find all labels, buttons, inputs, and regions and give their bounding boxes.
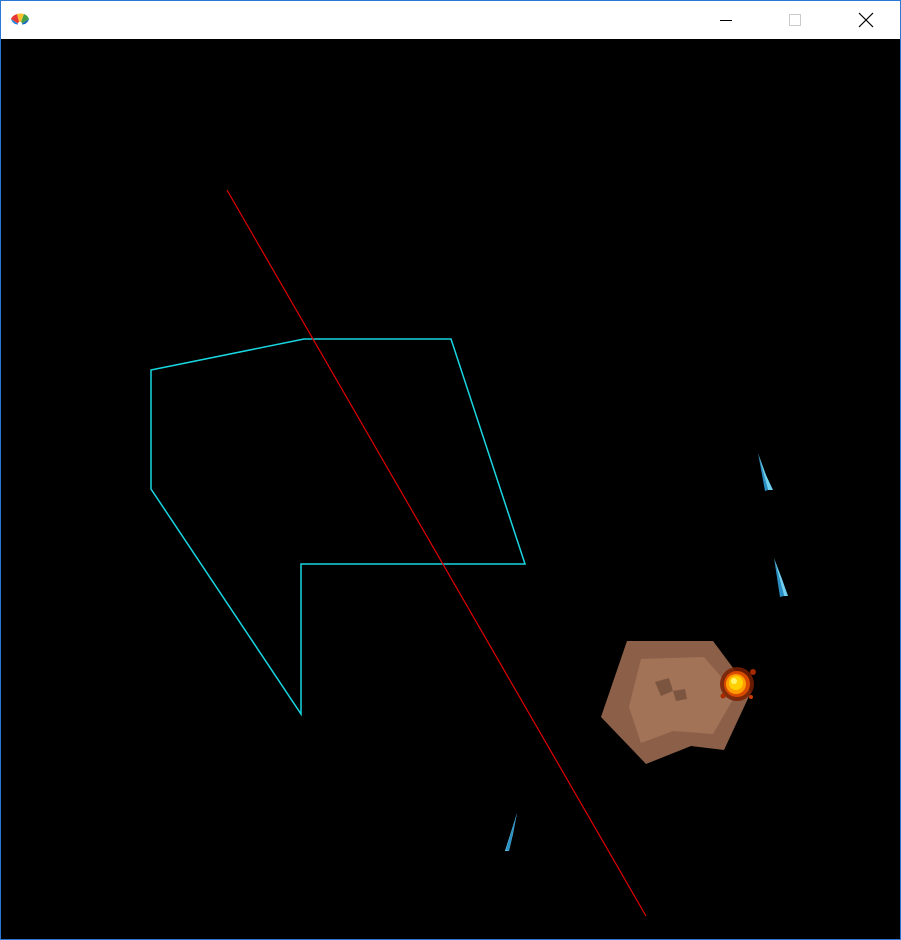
missile bbox=[774, 558, 788, 597]
missile bbox=[505, 813, 517, 851]
minimize-button[interactable] bbox=[703, 1, 749, 39]
asteroid bbox=[601, 641, 751, 764]
game-window bbox=[0, 0, 901, 940]
missile bbox=[758, 453, 773, 491]
minimize-icon bbox=[720, 20, 732, 21]
maximize-icon bbox=[789, 14, 801, 26]
close-button[interactable] bbox=[843, 1, 889, 39]
title-bar[interactable] bbox=[1, 1, 900, 39]
ship-outline bbox=[150, 338, 527, 717]
explosion bbox=[720, 667, 756, 701]
laser-beam bbox=[226, 189, 647, 917]
maximize-button[interactable] bbox=[772, 1, 818, 39]
color-wheel-icon bbox=[11, 13, 29, 27]
game-canvas[interactable] bbox=[1, 39, 900, 939]
close-icon bbox=[858, 12, 874, 28]
